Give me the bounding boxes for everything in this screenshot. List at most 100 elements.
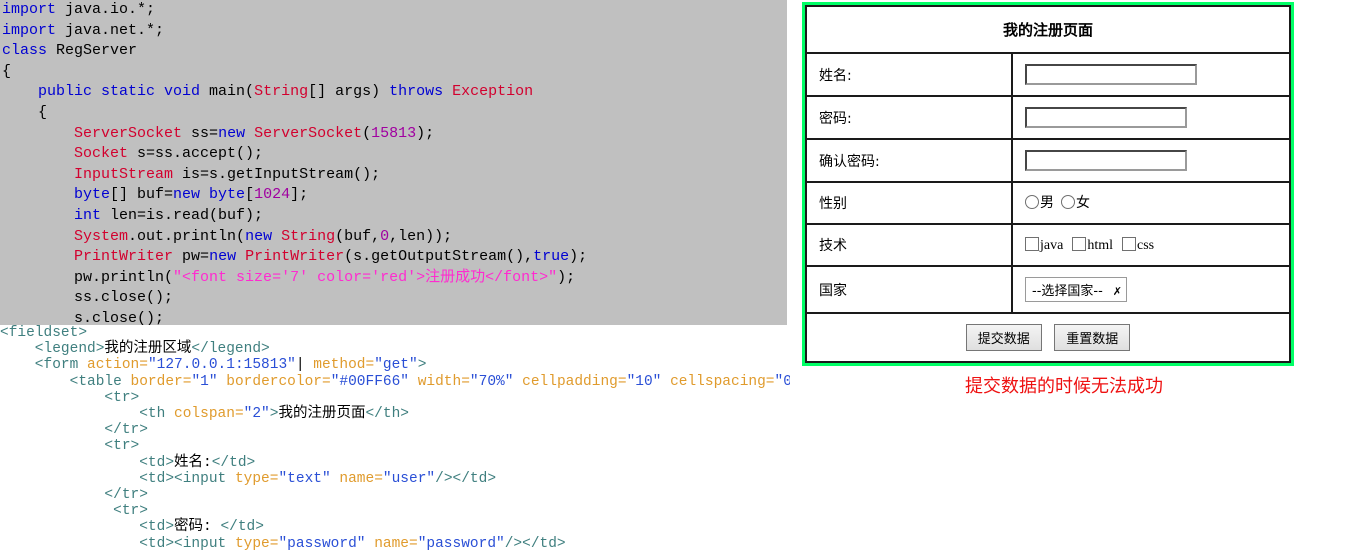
radio-option-female[interactable]: 女 (1061, 195, 1090, 211)
checkbox-option-java[interactable]: java (1025, 236, 1064, 253)
code-token: cellpadding= (522, 373, 627, 390)
country-select-value: --选择国家-- (1032, 284, 1103, 299)
code-token: 0 (380, 227, 390, 245)
table-row: 性别 男女 (805, 181, 1291, 225)
html-source-code-panel: <fieldset> <legend>我的注册区域</legend> <form… (0, 325, 790, 552)
code-token: "2" (243, 406, 270, 423)
code-token: { (2, 103, 48, 121)
chevron-down-icon[interactable]: ✗ (1113, 285, 1122, 298)
code-token: <tr> (0, 438, 140, 455)
field-country: --选择国家-- ✗ (1011, 265, 1291, 314)
label-tech: 技术 (805, 223, 1013, 267)
code-token: System (74, 227, 129, 245)
radio-label-female: 女 (1076, 195, 1090, 211)
code-token: colspan= (174, 406, 244, 423)
table-row-title: 我的注册页面 (805, 5, 1291, 54)
checkbox-label-java: java (1040, 237, 1064, 253)
reset-button[interactable]: 重置数据 (1054, 324, 1131, 351)
code-token: len=is.read(buf); (101, 206, 264, 224)
table-row: 姓名: (805, 52, 1291, 97)
code-token: ); (416, 124, 435, 142)
java-code-line: byte[] buf=new byte[1024]; (0, 185, 787, 206)
code-token: 15813 (371, 124, 417, 142)
code-token: cellspacing= (670, 373, 775, 390)
html-code-line: <form action="127.0.0.1:15813"| method="… (0, 357, 790, 373)
code-token: String (281, 227, 336, 245)
html-code-line: <tr> (0, 438, 790, 454)
code-token: "user" (382, 470, 436, 487)
code-token: [] args) (308, 83, 390, 101)
code-token: <td><input (0, 470, 235, 487)
code-token: "text" (278, 470, 340, 487)
java-code-line: int len=is.read(buf); (0, 206, 787, 227)
code-token: "127.0.0.1:15813" (147, 357, 296, 374)
label-password: 密码: (805, 95, 1013, 140)
code-token: "get" (374, 357, 418, 374)
java-code-line: ss.close(); (0, 288, 787, 309)
table-row: 确认密码: (805, 138, 1291, 183)
checkbox-square-icon[interactable] (1025, 236, 1039, 251)
code-token: ServerSocket (254, 124, 363, 142)
code-token: byte (74, 186, 111, 204)
code-token: name= (339, 470, 383, 487)
code-token: > (417, 357, 427, 374)
code-token: "1" (191, 373, 227, 390)
code-token: [ (245, 186, 255, 204)
label-gender: 性别 (805, 181, 1013, 225)
code-token: </td> (220, 519, 264, 536)
code-token: main( (209, 83, 255, 101)
radio-option-male[interactable]: 男 (1025, 195, 1054, 211)
code-token: s=ss.accept(); (128, 145, 264, 163)
radio-circle-icon[interactable] (1061, 195, 1075, 209)
confirm-password-input[interactable] (1025, 150, 1187, 171)
radio-circle-icon[interactable] (1025, 195, 1039, 209)
checkbox-option-css[interactable]: css (1122, 236, 1154, 253)
code-token: import (2, 21, 66, 39)
code-token: (s.getOutputStream(), (344, 248, 534, 266)
code-token: 我的注册区域 (104, 341, 192, 358)
code-token: type= (234, 470, 279, 487)
java-code-line: public static void main(String[] args) t… (0, 82, 787, 103)
code-token: RegServer (56, 42, 138, 60)
html-code-line: <td>姓名:</td> (0, 455, 790, 471)
code-token: ss= (182, 124, 219, 142)
label-name: 姓名: (805, 52, 1013, 97)
checkbox-option-html[interactable]: html (1072, 236, 1113, 253)
html-code-line: <th colspan="2">我的注册页面</th> (0, 406, 790, 422)
code-token: "10" (626, 373, 671, 390)
code-token: pw= (173, 248, 210, 266)
table-row: 国家 --选择国家-- ✗ (805, 265, 1291, 314)
code-token: ,len)); (389, 227, 453, 245)
field-gender: 男女 (1011, 181, 1291, 225)
submit-button[interactable]: 提交数据 (965, 324, 1042, 351)
java-code-line: s.close(); (0, 309, 787, 325)
code-token: ss.close(); (74, 289, 174, 307)
checkbox-label-html: html (1087, 237, 1113, 253)
code-token: ); (569, 248, 588, 266)
name-input[interactable] (1025, 64, 1197, 85)
java-code-line: PrintWriter pw=new PrintWriter(s.getOutp… (0, 247, 787, 268)
code-token: import (2, 1, 66, 18)
html-code-line: <legend>我的注册区域</legend> (0, 341, 790, 357)
html-code-line: <td><input type="password" name="passwor… (0, 536, 790, 552)
label-country: 国家 (805, 265, 1013, 314)
html-code-line: </tr> (0, 487, 790, 503)
country-select[interactable]: --选择国家-- ✗ (1025, 277, 1127, 302)
checkbox-square-icon[interactable] (1072, 236, 1087, 251)
form-actions: 提交数据 重置数据 (805, 312, 1291, 363)
field-confirm-password (1011, 138, 1291, 183)
password-input[interactable] (1025, 107, 1187, 128)
code-token: java.io.*; (65, 1, 156, 18)
code-token: .out.println( (128, 227, 246, 245)
label-confirm-password: 确认密码: (805, 138, 1013, 183)
html-code-line: <tr> (0, 503, 790, 519)
field-tech: java html css (1011, 223, 1291, 267)
checkbox-square-icon[interactable] (1122, 236, 1136, 251)
code-token: name= (374, 535, 418, 552)
